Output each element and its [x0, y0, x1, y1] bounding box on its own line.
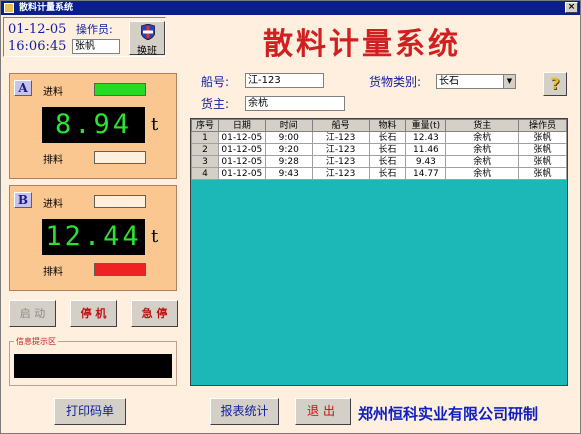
table-cell: 9:20: [264, 143, 313, 156]
window-title: 散料计量系统: [19, 3, 74, 13]
app-title: 散料计量系统: [263, 27, 461, 62]
shift-info-box: 01-12-05 16:06:45 操作员: 张帆 换班: [3, 17, 166, 57]
table-cell: 长石: [368, 143, 407, 156]
scale-b-panel: B 进料 12.44 t 排料: [9, 185, 177, 291]
scale-a-unit: t: [151, 114, 159, 135]
column-header[interactable]: 日期: [217, 119, 266, 132]
ship-number-input[interactable]: 江-123: [245, 73, 324, 88]
table-cell: 江-123: [311, 131, 370, 144]
table-cell: 江-123: [311, 155, 370, 168]
column-header[interactable]: 物料: [368, 119, 407, 132]
table-cell: 2: [191, 143, 219, 156]
table-cell: 余杭: [445, 155, 520, 168]
cargo-type-select[interactable]: 长石 ▼: [436, 74, 516, 89]
shield-icon: [141, 24, 155, 40]
emergency-stop-button[interactable]: 急 停: [131, 300, 178, 327]
close-button[interactable]: ×: [565, 2, 578, 13]
column-header[interactable]: 货主: [445, 119, 520, 132]
table-cell: 张帆: [518, 143, 567, 156]
column-header[interactable]: 时间: [264, 119, 313, 132]
table-cell: 张帆: [518, 167, 567, 180]
swap-shift-label: 换班: [137, 46, 157, 57]
table-cell: 张帆: [518, 155, 567, 168]
scale-b-unit: t: [151, 226, 159, 247]
scale-a-out-label: 排料: [43, 155, 63, 166]
scale-a-in-label: 进料: [43, 87, 63, 98]
scale-a-letter: A: [14, 80, 32, 96]
table-cell: 长石: [368, 167, 407, 180]
table-cell: 3: [191, 155, 219, 168]
scale-b-in-label: 进料: [43, 199, 63, 210]
title-bar: 散料计量系统 ×: [1, 1, 580, 15]
table-row[interactable]: 2 01-12-05 9:20 江-123 长石 11.46 余杭 张帆: [191, 143, 567, 156]
message-area: 信息提示区: [9, 336, 177, 386]
scale-b-weight-readout: 12.44: [42, 219, 145, 255]
scale-b-out-indicator: [94, 263, 146, 276]
table-row[interactable]: 1 01-12-05 9:00 江-123 长石 12.43 余杭 张帆: [191, 131, 567, 144]
operator-field[interactable]: 张帆: [72, 39, 120, 54]
message-display: [14, 354, 172, 378]
developer-credit: 郑州恒科实业有限公司研制: [358, 405, 539, 423]
column-header[interactable]: 船号: [311, 119, 370, 132]
table-cell: 9:28: [264, 155, 313, 168]
table-cell: 余杭: [445, 143, 520, 156]
table-row[interactable]: 3 01-12-05 9:28 江-123 长石 9.43 余杭 张帆: [191, 155, 567, 168]
print-ticket-button[interactable]: 打印码单: [54, 398, 126, 425]
table-cell: 01-12-05: [217, 143, 266, 156]
table-header-row: 序号 日期 时间 船号 物料 重量(t) 货主 操作员: [191, 119, 567, 132]
table-cell: 9:00: [264, 131, 313, 144]
cargo-type-label: 货物类别:: [369, 75, 422, 89]
table-row[interactable]: 4 01-12-05 9:43 江-123 长石 14.77 余杭 张帆: [191, 167, 567, 180]
scale-a-weight-readout: 8.94: [42, 107, 145, 143]
table-cell: 01-12-05: [217, 167, 266, 180]
scale-b-letter: B: [14, 192, 32, 208]
scale-a-in-indicator: [94, 83, 146, 96]
report-stats-button[interactable]: 报表统计: [210, 398, 279, 425]
table-cell: 长石: [368, 131, 407, 144]
cargo-type-value: 长石: [439, 76, 459, 87]
main-window: 散料计量系统 × 01-12-05 16:06:45 操作员: 张帆 换班 散料…: [0, 0, 581, 434]
table-cell: 12.43: [405, 131, 447, 144]
operator-label: 操作员:: [76, 23, 113, 36]
column-header[interactable]: 操作员: [518, 119, 567, 132]
table-cell: 江-123: [311, 167, 370, 180]
current-date: 01-12-05: [8, 22, 67, 37]
owner-input[interactable]: 余杭: [245, 96, 345, 111]
table-cell: 余杭: [445, 167, 520, 180]
table-cell: 01-12-05: [217, 155, 266, 168]
table-cell: 9.43: [405, 155, 447, 168]
current-time: 16:06:45: [8, 39, 67, 54]
table-cell: 4: [191, 167, 219, 180]
column-header[interactable]: 序号: [191, 119, 219, 132]
column-header[interactable]: 重量(t): [405, 119, 447, 132]
table-cell: 江-123: [311, 143, 370, 156]
swap-shift-button[interactable]: 换班: [129, 21, 165, 57]
records-grid[interactable]: 序号 日期 时间 船号 物料 重量(t) 货主 操作员 1 01-12-05 9…: [190, 118, 568, 386]
table-cell: 9:43: [264, 167, 313, 180]
chevron-down-icon[interactable]: ▼: [503, 75, 515, 88]
table-cell: 11.46: [405, 143, 447, 156]
stop-button[interactable]: 停 机: [70, 300, 117, 327]
table-cell: 14.77: [405, 167, 447, 180]
scale-b-in-indicator: [94, 195, 146, 208]
scale-b-out-label: 排料: [43, 267, 63, 278]
scale-a-out-indicator: [94, 151, 146, 164]
ship-label: 船号:: [201, 75, 230, 89]
table-cell: 长石: [368, 155, 407, 168]
help-button[interactable]: ?: [543, 72, 567, 96]
owner-label: 货主:: [201, 97, 230, 111]
app-icon: [4, 3, 14, 13]
exit-button[interactable]: 退出: [295, 398, 351, 425]
records-table: 序号 日期 时间 船号 物料 重量(t) 货主 操作员 1 01-12-05 9…: [191, 119, 567, 180]
table-cell: 1: [191, 131, 219, 144]
start-button[interactable]: 启 动: [9, 300, 56, 327]
table-cell: 01-12-05: [217, 131, 266, 144]
table-cell: 余杭: [445, 131, 520, 144]
message-area-caption: 信息提示区: [14, 336, 58, 347]
table-cell: 张帆: [518, 131, 567, 144]
scale-a-panel: A 进料 8.94 t 排料: [9, 73, 177, 179]
